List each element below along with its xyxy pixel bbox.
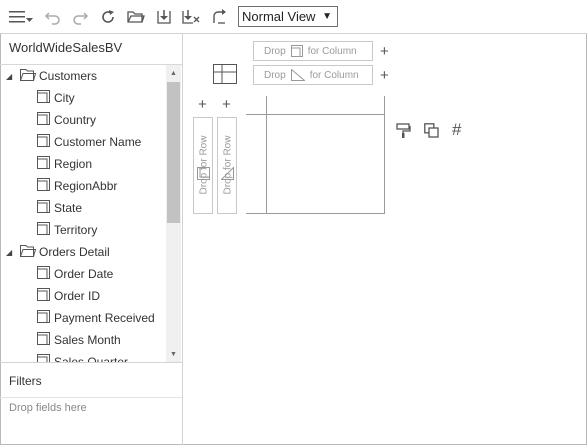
- tree-field-label: City: [54, 91, 75, 105]
- tree-field[interactable]: Region: [37, 153, 92, 175]
- hash-icon[interactable]: #: [452, 120, 461, 140]
- tree-field-label: State: [54, 201, 83, 215]
- undo-icon[interactable]: [42, 6, 64, 28]
- view-mode-value: Normal View: [242, 9, 316, 24]
- cube-icon: [37, 134, 50, 150]
- cube-icon: [37, 354, 50, 362]
- column-drop-zone-dimension[interactable]: Drop for Column: [253, 41, 373, 61]
- cube-icon: [37, 156, 50, 172]
- tree-field[interactable]: Country: [37, 109, 96, 131]
- cube-icon: [37, 310, 50, 326]
- tree-field[interactable]: Order ID: [37, 285, 100, 307]
- tree-field[interactable]: Order Date: [37, 263, 113, 285]
- scroll-up-icon[interactable]: ▲: [166, 67, 181, 81]
- redo-icon[interactable]: [69, 6, 91, 28]
- drop-label: Drop: [264, 69, 286, 81]
- tree-folder-label: Customers: [39, 69, 98, 83]
- folder-icon: [20, 244, 37, 260]
- tree-field-label: Sales Month: [54, 333, 121, 347]
- add-row-icon[interactable]: +: [222, 97, 231, 112]
- row-drop-zone-dimension[interactable]: Drop for Row: [193, 117, 213, 214]
- view-mode-select[interactable]: Normal View ▼: [238, 6, 338, 27]
- tree-field-label: Sales Quarter: [54, 355, 129, 362]
- crosstab-icon: [213, 64, 237, 89]
- save-icon[interactable]: [153, 6, 175, 28]
- tree-folder-label: Orders Detail: [39, 245, 110, 259]
- tree-folder[interactable]: ◢ Orders Detail: [6, 241, 110, 263]
- for-column-label: for Column: [307, 45, 357, 57]
- filters-hint: Drop fields here: [9, 402, 87, 414]
- cube-icon: [37, 178, 50, 194]
- filters-panel: Filters Drop fields here: [0, 362, 182, 445]
- cube-icon: [197, 167, 210, 180]
- cube-icon: [37, 90, 50, 106]
- tree-field[interactable]: RegionAbbr: [37, 175, 117, 197]
- tree-field[interactable]: Sales Quarter: [37, 351, 128, 362]
- tree-field-label: RegionAbbr: [54, 179, 118, 193]
- expand-triangle-icon[interactable]: ◢: [6, 248, 16, 257]
- chevron-down-icon: ▼: [322, 11, 332, 22]
- tree-field-label: Customer Name: [54, 135, 142, 149]
- add-row-icon[interactable]: +: [198, 97, 207, 112]
- cube-icon: [37, 288, 50, 304]
- data-panel: WorldWideSalesBV ◢ Customers City Country Cu…: [0, 34, 183, 445]
- tree-field-label: Order Date: [54, 267, 114, 281]
- field-tree: ◢ Customers City Country Customer Name Region…: [0, 64, 182, 362]
- tree-field-label: Order ID: [54, 289, 101, 303]
- tree-field-label: Country: [54, 113, 97, 127]
- tree-field[interactable]: Customer Name: [37, 131, 141, 153]
- tree-field-label: Payment Received: [54, 311, 155, 325]
- tree-field-label: Region: [54, 157, 93, 171]
- add-column-icon[interactable]: +: [380, 44, 389, 59]
- add-column-icon[interactable]: +: [380, 68, 389, 83]
- ruler-icon: [290, 69, 305, 81]
- drop-label: Drop: [264, 45, 286, 57]
- ruler-icon: [221, 167, 234, 180]
- row-drop-label: Drop for Row: [198, 135, 210, 194]
- cube-icon: [37, 266, 50, 282]
- tree-field[interactable]: City: [37, 87, 75, 109]
- cube-icon: [290, 45, 303, 57]
- toolbar: Normal View ▼: [0, 0, 587, 34]
- row-drop-label: Drop for Row: [222, 135, 234, 194]
- save-as-icon[interactable]: [180, 6, 202, 28]
- field-tree-list: ◢ Customers City Country Customer Name Region…: [0, 65, 166, 362]
- crosstab-grid[interactable]: [246, 96, 385, 214]
- scroll-thumb[interactable]: [167, 82, 180, 223]
- scroll-down-icon[interactable]: ▼: [166, 348, 181, 362]
- business-view-title: WorldWideSalesBV: [9, 40, 123, 55]
- column-drop-zone-measure[interactable]: Drop for Column: [253, 65, 373, 85]
- cube-icon: [37, 222, 50, 238]
- cube-icon: [37, 112, 50, 128]
- tree-field[interactable]: Payment Received: [37, 307, 155, 329]
- tree-folder[interactable]: ◢ Customers: [6, 65, 97, 87]
- cube-icon: [37, 200, 50, 216]
- export-icon[interactable]: [208, 6, 230, 28]
- menu-icon[interactable]: [8, 6, 34, 28]
- tree-field-label: Territory: [54, 223, 98, 237]
- for-column-label: for Column: [309, 69, 359, 81]
- filters-title: Filters: [9, 374, 42, 388]
- open-folder-icon[interactable]: [125, 6, 147, 28]
- refresh-icon[interactable]: [97, 6, 119, 28]
- tree-field[interactable]: Sales Month: [37, 329, 121, 351]
- copy-icon[interactable]: [424, 123, 439, 143]
- folder-icon: [20, 68, 37, 84]
- tree-field[interactable]: Territory: [37, 219, 97, 241]
- paint-brush-icon[interactable]: [396, 123, 411, 144]
- tree-field[interactable]: State: [37, 197, 82, 219]
- row-drop-zone-measure[interactable]: Drop for Row: [217, 117, 237, 214]
- filters-drop-zone[interactable]: Drop fields here: [0, 397, 182, 414]
- expand-triangle-icon[interactable]: ◢: [6, 72, 16, 81]
- cube-icon: [37, 332, 50, 348]
- tree-scrollbar[interactable]: ▲ ▼: [166, 65, 181, 362]
